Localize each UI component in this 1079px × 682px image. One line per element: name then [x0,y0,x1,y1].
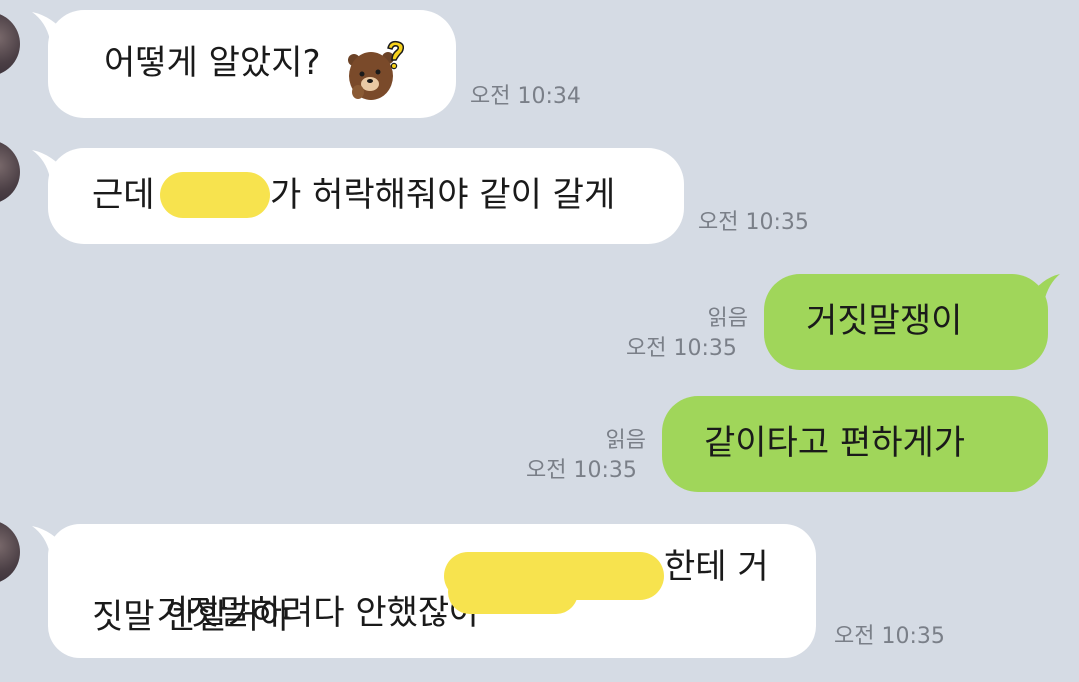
redacted-name [160,172,270,218]
message-text: 거짓말쟁이 [806,301,963,341]
message-text: 가 허락해줘야 같이 갈게 [270,175,616,215]
message-text: 어떻게 알았지? [104,43,321,83]
message-bubble[interactable]: 어떻게 알았지? [48,10,456,118]
message-bubble[interactable]: 거짓말쟁이 [764,274,1048,370]
message-bubble[interactable]: 근데 가 허락해줘야 같이 갈게 [48,148,684,244]
sender-avatar[interactable] [0,140,20,204]
brown-bear-question-emoji-icon [346,40,408,106]
message-time: 오전 10:35 [626,336,737,361]
chat-thread: 어떻게 알았지? 오전 10:34 근데 가 허락해줘야 같이 갈게 오전 10… [0,0,1079,670]
redacted-name [448,570,578,614]
sender-avatar[interactable] [0,520,20,584]
read-receipt: 읽음 [605,428,646,453]
message-time: 오전 10:34 [470,84,581,109]
read-receipt: 읽음 [707,306,748,331]
message-time: 오전 10:35 [698,210,809,235]
message-text: 한테 거 [664,547,769,587]
message-bubble[interactable]: 거짓말하려다 안했잖아 한테 거 짓말 안할거야 [48,524,816,658]
bubble-tail [1028,272,1062,302]
message-text: 근데 [92,175,155,215]
message-bubble[interactable]: 같이타고 편하게가 [662,396,1048,492]
sender-avatar[interactable] [0,12,20,76]
message-time: 오전 10:35 [526,458,637,483]
message-time: 오전 10:35 [834,624,945,649]
message-text: 같이타고 편하게가 [704,423,966,463]
